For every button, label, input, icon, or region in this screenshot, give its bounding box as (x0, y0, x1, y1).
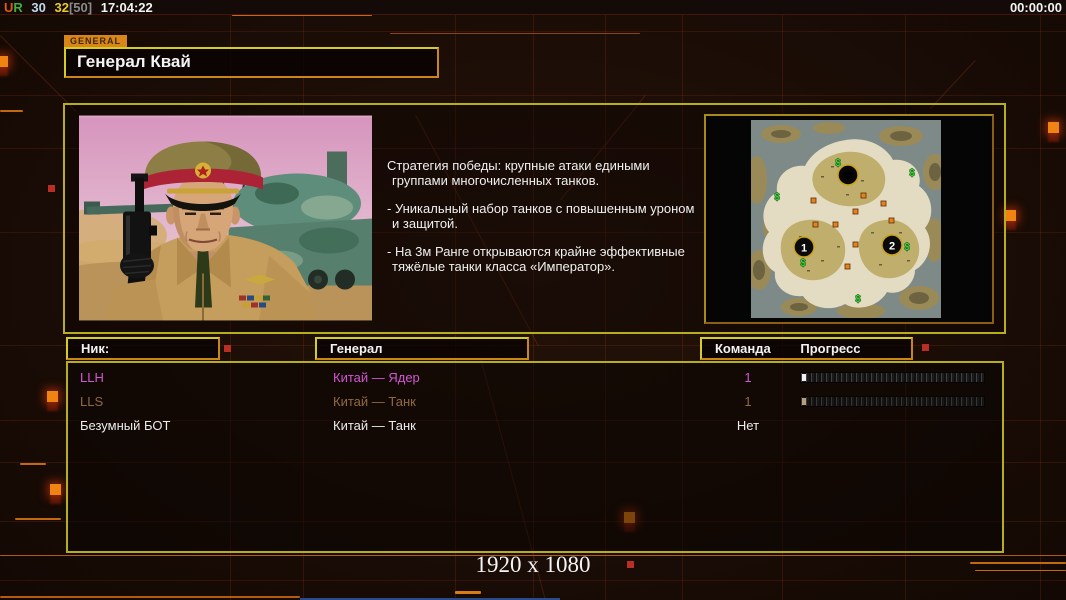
description-line: и защитой. (392, 216, 458, 231)
supply-marker-icon: $ (909, 168, 915, 179)
circuit-node-red (922, 344, 929, 351)
circuit-node-red (224, 345, 231, 352)
start-marker-2: 2 (889, 241, 895, 253)
description-line: - На 3м Ранге открываются крайне эффекти… (387, 244, 685, 259)
supply-marker-icon: $ (774, 192, 780, 203)
status-bar: UR 30 32[50] 17:04:22 00:00:00 (0, 0, 1066, 15)
general-description: Стратегия победы: крупные атаки едиными … (387, 158, 709, 287)
progress-head (802, 374, 806, 381)
player-nick: LLS (80, 394, 104, 409)
column-header-progress: Прогресс (800, 341, 861, 356)
supply-marker-icon: $ (904, 242, 910, 253)
general-name: Генерал Квай (77, 52, 191, 71)
stat-r: R (13, 0, 23, 15)
stat-yellow: 32 (54, 0, 69, 15)
player-general: Китай — Ядер (333, 370, 420, 385)
game-lobby-screen: UR 30 32[50] 17:04:22 00:00:00 GENERAL Г… (0, 0, 1066, 600)
general-info-panel: Стратегия победы: крупные атаки едиными … (63, 103, 1006, 334)
table-row: LLH Китай — Ядер 1 (68, 367, 1002, 391)
circuit-line (0, 580, 1066, 581)
stat-blue: 30 (31, 0, 46, 15)
column-header-nick: Ник: (66, 337, 220, 360)
player-nick: LLH (80, 370, 104, 385)
progress-head (802, 398, 806, 405)
minimap-image: $ $ $ $ $ $ 1 2 (751, 120, 941, 318)
supply-marker-icon: $ (855, 294, 861, 305)
general-tab-label: GENERAL (64, 35, 128, 47)
circuit-node (0, 56, 8, 67)
circuit-trace (232, 15, 372, 16)
circuit-trace (0, 110, 23, 112)
description-line: Стратегия победы: крупные атаки едиными (387, 158, 650, 173)
loading-progress-bar (800, 372, 985, 383)
circuit-line (0, 95, 1066, 96)
match-timer: 00:00:00 (1009, 0, 1062, 15)
circuit-node-red (48, 185, 55, 192)
supply-marker-icon: $ (835, 158, 841, 169)
network-stats: UR 30 32[50] 17:04:22 (4, 0, 158, 15)
column-header-team-progress: Команда Прогресс (700, 337, 913, 360)
start-marker-1: 1 (801, 243, 807, 255)
player-team: 1 (744, 370, 752, 385)
player-team: Нет (736, 418, 760, 433)
circuit-node (50, 484, 61, 495)
circuit-trace (15, 518, 61, 520)
stat-max: [50] (68, 0, 93, 15)
general-portrait-image (79, 115, 372, 321)
minimap-panel: $ $ $ $ $ $ 1 2 (704, 114, 994, 324)
circuit-node (1005, 210, 1016, 221)
clock: 17:04:22 (100, 0, 153, 15)
resolution-label: 1920 x 1080 (475, 552, 591, 577)
table-row: Безумный БОТ Китай — Танк Нет (68, 415, 1002, 439)
description-line: - Уникальный набор танков с повышенным у… (387, 201, 695, 216)
circuit-line (1040, 0, 1041, 600)
circuit-trace (20, 463, 46, 465)
player-general: Китай — Танк (333, 394, 416, 409)
general-title-box: Генерал Квай (64, 47, 439, 78)
circuit-trace (455, 591, 481, 594)
column-header-team: Команда (715, 341, 771, 356)
circuit-trace (390, 33, 640, 34)
description-line: тяжёлые танки класса «Император». (392, 259, 616, 274)
player-nick: Безумный БОТ (80, 418, 171, 433)
players-table: LLH Китай — Ядер 1 LLS Китай — Танк 1 Бе… (66, 361, 1004, 553)
player-general: Китай — Танк (333, 418, 416, 433)
circuit-node (47, 391, 58, 402)
table-row: LLS Китай — Танк 1 (68, 391, 1002, 415)
description-line: группами многочисленных танков. (392, 173, 600, 188)
player-team: 1 (744, 394, 752, 409)
supply-marker-icon: $ (800, 258, 806, 269)
column-header-general: Генерал (315, 337, 529, 360)
stat-u: U (4, 0, 14, 15)
circuit-line (0, 31, 1066, 32)
circuit-diagonal (929, 60, 976, 109)
circuit-trace (0, 596, 300, 598)
loading-progress-bar (800, 396, 985, 407)
circuit-node (1048, 122, 1059, 133)
